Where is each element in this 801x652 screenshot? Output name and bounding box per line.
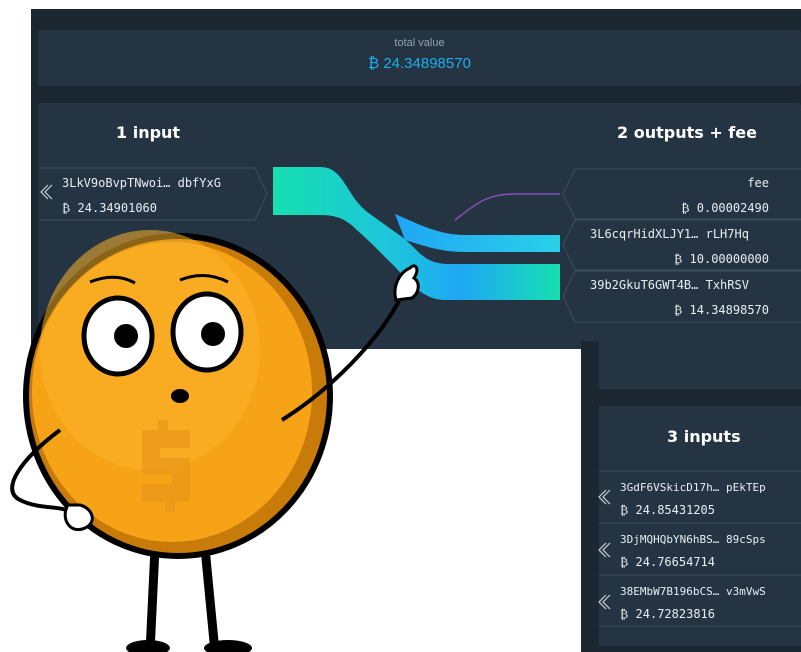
double-chevron-left-icon[interactable] — [598, 594, 611, 610]
mascot-mouth — [171, 389, 189, 403]
flow-fee-line — [454, 193, 560, 221]
mascot-right-leg — [200, 543, 220, 652]
second-tx-input-amount: ₿ 24.76654714 — [620, 555, 715, 569]
second-tx-input-amount: ₿ 24.85431205 — [620, 503, 715, 517]
second-tx-input-address[interactable]: 3GdF6VSkicD17h… pEkTEp — [620, 481, 766, 494]
second-tx-input-amount: ₿ 24.72823816 — [620, 607, 715, 621]
double-chevron-left-icon[interactable] — [598, 542, 611, 558]
output-fee-label: fee — [747, 176, 769, 190]
second-tx-input-address[interactable]: 3DjMQHQbYN6hBS… 89cSps — [620, 533, 766, 546]
second-tx-row-borders — [599, 470, 801, 627]
double-chevron-left-icon[interactable] — [598, 489, 611, 505]
output-fee-amount: ₿ 0.00002490 — [681, 201, 769, 215]
input-address[interactable]: 3LkV9oBvpTNwoi… dbfYxG — [62, 176, 221, 190]
output-address[interactable]: 3L6cqrHidXLJY1… rLH7Hq — [590, 227, 749, 241]
output-amount: ₿ 14.34898570 — [674, 303, 769, 317]
coin-mascot-illustration — [10, 230, 420, 652]
double-chevron-left-icon[interactable] — [40, 184, 53, 200]
mascot-left-leg — [145, 543, 160, 652]
output-amount: ₿ 10.00000000 — [674, 252, 769, 266]
flow-band-output-2 — [395, 214, 560, 252]
second-tx-input-address[interactable]: 38EMbW7B196bCS… v3mVwS — [620, 585, 766, 598]
mascot-s-emblem — [142, 420, 190, 512]
input-amount: ₿ 24.34901060 — [62, 201, 157, 215]
output-row-borders — [562, 168, 801, 323]
output-address[interactable]: 39b2GkuT6GWT4B… TxhRSV — [590, 278, 749, 292]
